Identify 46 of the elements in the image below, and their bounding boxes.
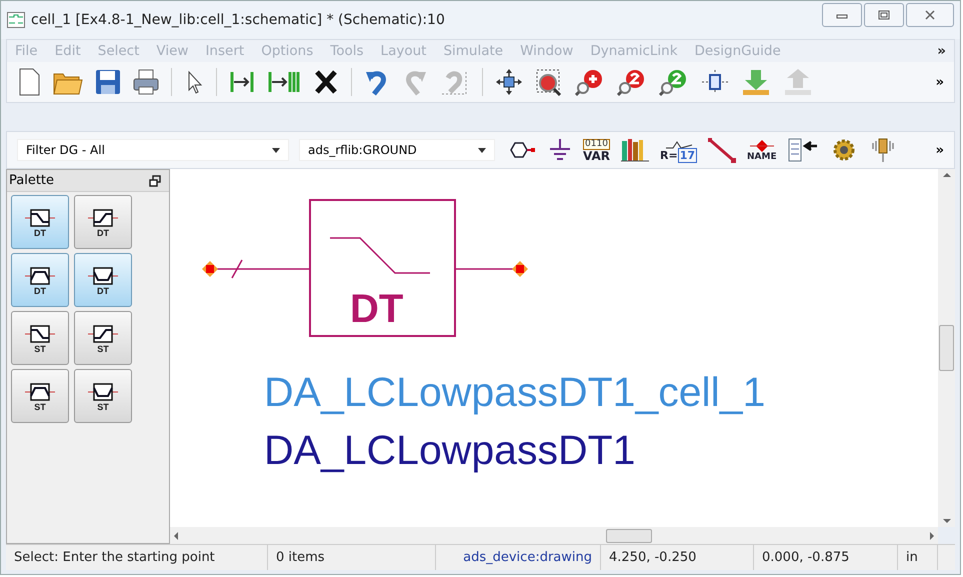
- filter-palette-item[interactable]: DT: [11, 253, 69, 307]
- maximize-button[interactable]: [864, 3, 904, 27]
- instance-name: DA_LCLowpassDT1_cell_1: [264, 369, 766, 416]
- status-text: ads_device:drawing: [436, 545, 601, 570]
- restore-icon: [878, 10, 890, 20]
- symbol-label: DT: [350, 287, 404, 332]
- status-text: 0 items: [268, 545, 436, 570]
- filter-palette-item[interactable]: ST: [74, 311, 132, 365]
- filter-dropdown[interactable]: Filter DG - All: [17, 139, 289, 161]
- books-icon[interactable]: [620, 137, 650, 163]
- insert-arrow-icon[interactable]: [786, 137, 819, 163]
- filter-palette-item[interactable]: ST: [74, 369, 132, 423]
- zoom-area-icon[interactable]: [535, 68, 563, 96]
- diagonal-wire-icon[interactable]: [707, 137, 737, 163]
- status-text: 0.000, -0.875: [754, 545, 898, 570]
- filter-palette-item[interactable]: DT: [74, 253, 132, 307]
- filter-symbol-drawing[interactable]: [200, 198, 530, 338]
- close-icon: [924, 10, 936, 20]
- schematic-app-icon: [7, 12, 25, 28]
- vertical-scrollbar[interactable]: [938, 169, 955, 527]
- horizontal-scrollbar[interactable]: [170, 527, 938, 544]
- float-window-icon[interactable]: [149, 174, 161, 186]
- filter-palette-item[interactable]: ST: [11, 311, 69, 365]
- schematic-canvas[interactable]: DT DA_LCLowpassDT1_cell_1 DA_LCLowpassDT1: [170, 169, 938, 527]
- menu-item[interactable]: »: [937, 43, 946, 59]
- window-title: cell_1 [Ex4.8-1_New_lib:cell_1:schematic] * (Schematic):10: [31, 12, 446, 28]
- minimize-button[interactable]: [822, 3, 862, 27]
- toolbar-overflow-button[interactable]: »: [936, 142, 944, 158]
- move-arrows-icon[interactable]: [495, 68, 523, 96]
- status-text: Select: Enter the starting point: [6, 545, 268, 570]
- ground-icon[interactable]: [547, 137, 573, 163]
- palette-title: Palette: [9, 173, 54, 188]
- cell-name: DA_LCLowpassDT1: [264, 427, 636, 474]
- zoom-in-two-icon[interactable]: [617, 68, 647, 96]
- filter-palette-item[interactable]: DT: [11, 195, 69, 249]
- component-dropdown[interactable]: ads_rflib:GROUND: [299, 139, 495, 161]
- status-text: in: [898, 545, 938, 570]
- zoom-in-icon[interactable]: [575, 68, 605, 96]
- zoom-out-two-icon[interactable]: [659, 68, 689, 96]
- filter-palette-item[interactable]: DT: [74, 195, 132, 249]
- toolbar-overflow-button[interactable]: »: [936, 74, 944, 90]
- delete-icon[interactable]: [313, 68, 339, 96]
- status-text: 4.250, -0.250: [601, 545, 754, 570]
- filter-palette-item[interactable]: ST: [11, 369, 69, 423]
- printer-icon[interactable]: [133, 68, 159, 96]
- new-document-icon[interactable]: [17, 68, 41, 96]
